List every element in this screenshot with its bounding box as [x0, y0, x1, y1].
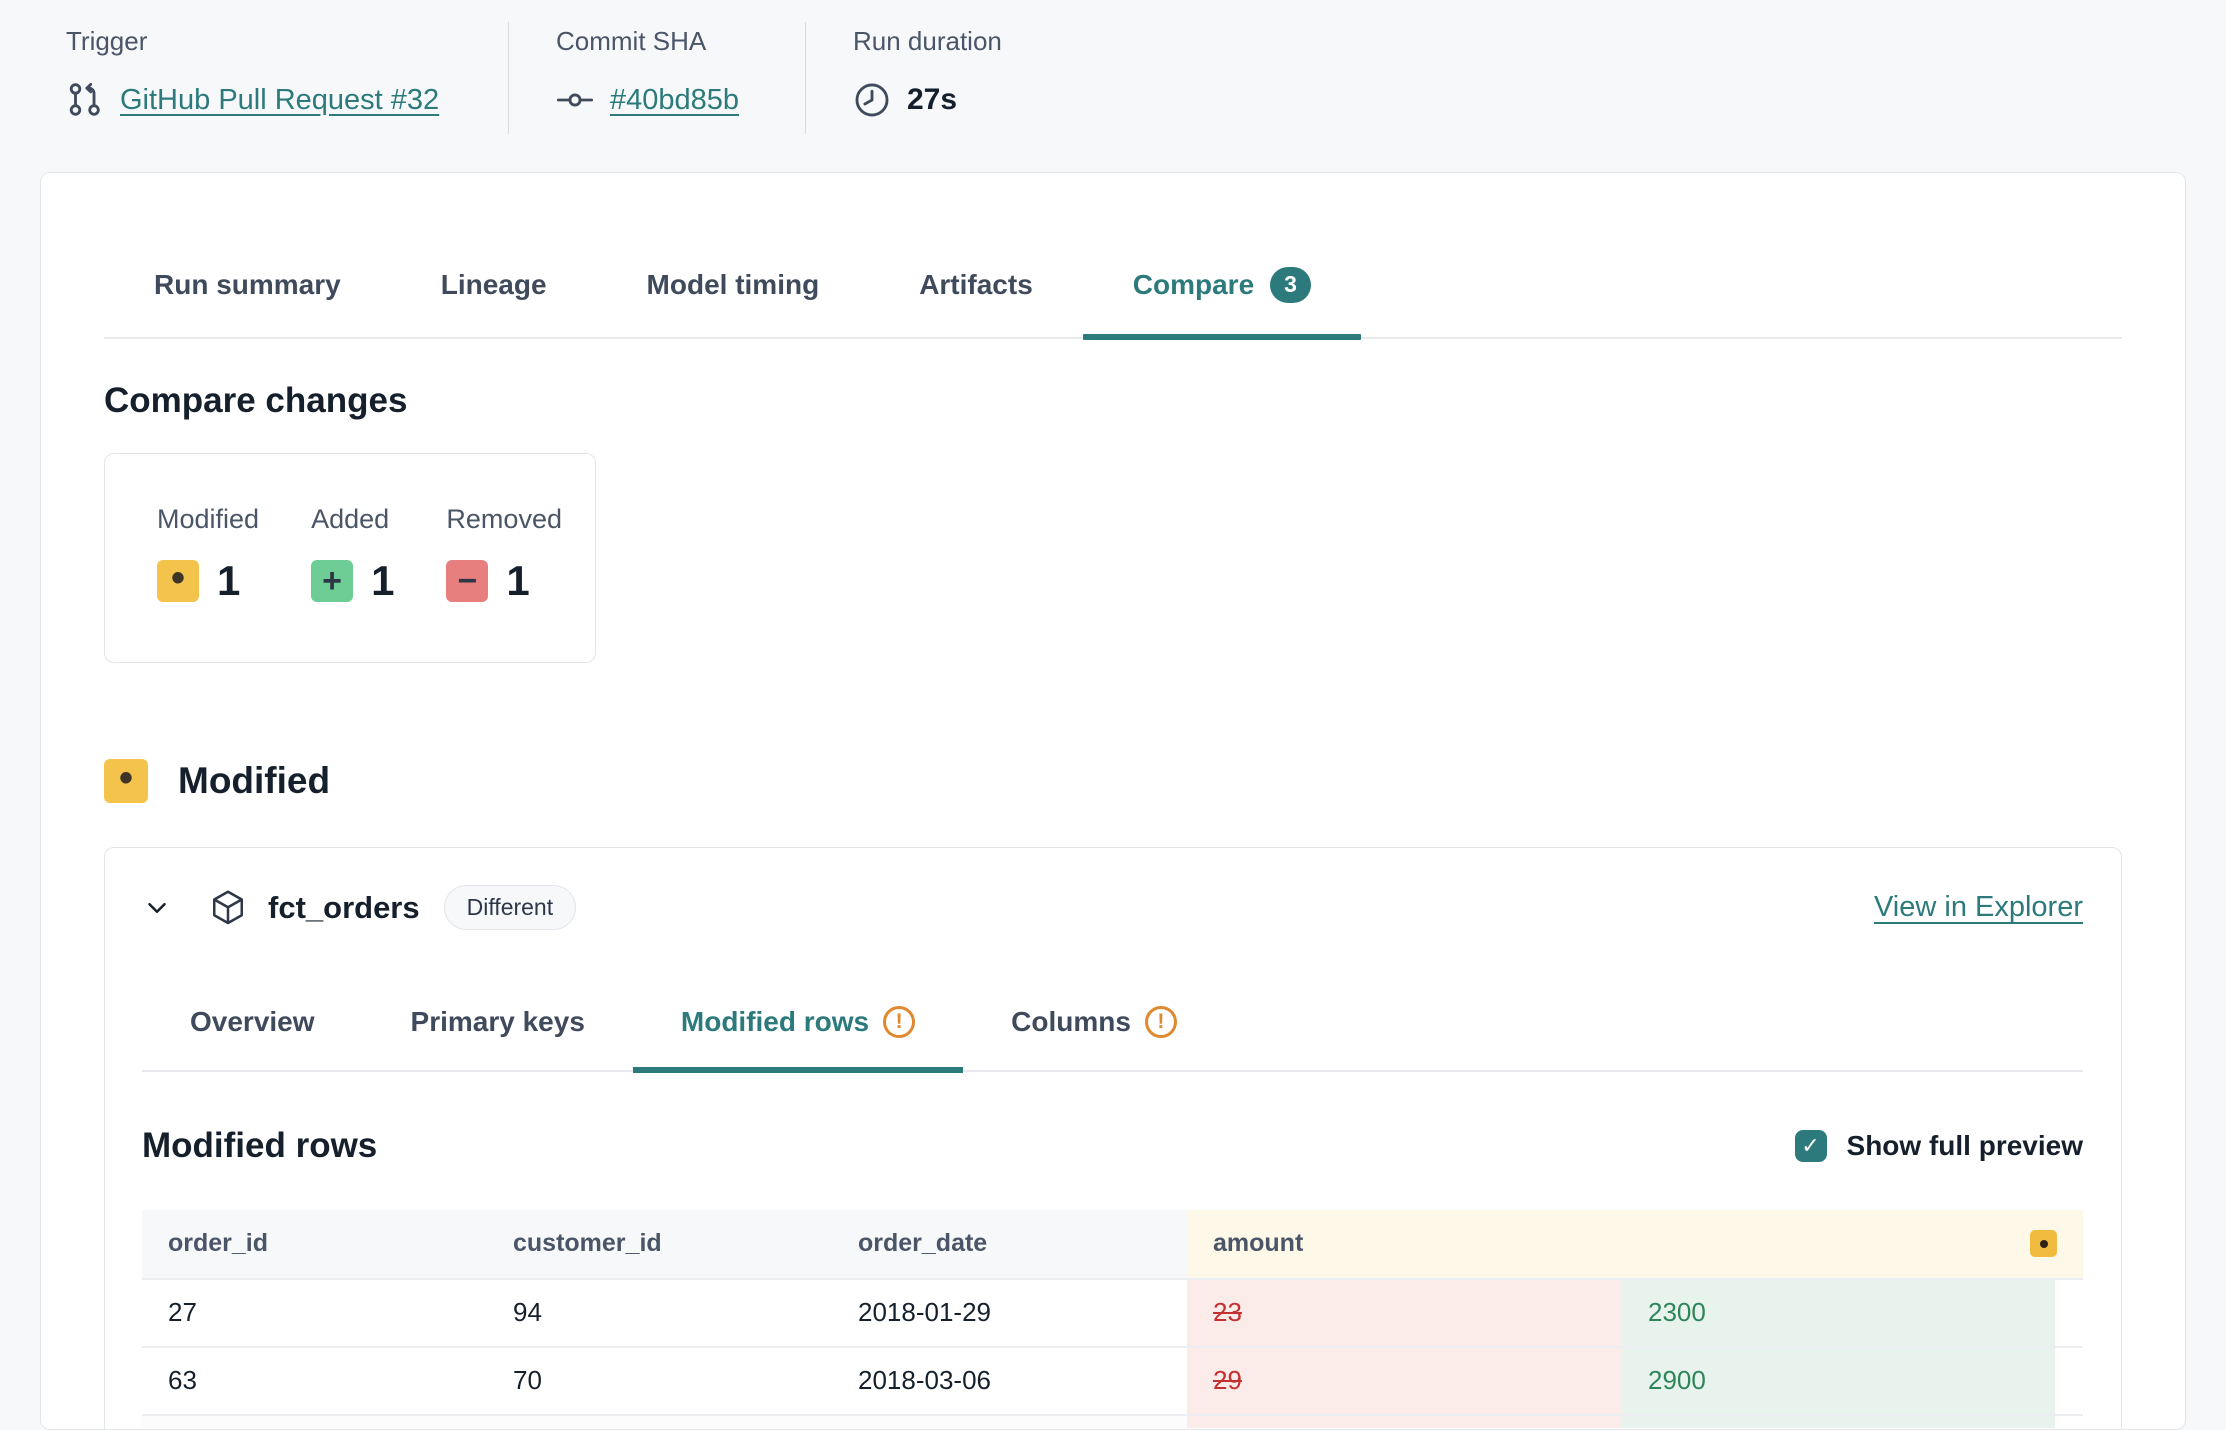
- model-cube-icon: [208, 888, 248, 928]
- view-in-explorer-link[interactable]: View in Explorer: [1874, 891, 2083, 924]
- show-full-preview-label: Show full preview: [1847, 1130, 2083, 1162]
- tab-modified-rows[interactable]: Modified rows !: [633, 1006, 963, 1070]
- tab-primary-keys[interactable]: Primary keys: [363, 1006, 633, 1070]
- commit-sha-link[interactable]: #40bd85b: [610, 84, 739, 117]
- col-header-order-id: order_id: [142, 1229, 487, 1258]
- modified-icon: •: [157, 560, 199, 602]
- modified-rows-title: Modified rows: [142, 1126, 377, 1166]
- tab-columns[interactable]: Columns !: [963, 1006, 1225, 1070]
- tab-run-summary[interactable]: Run summary: [104, 267, 391, 337]
- stat-added: Added + 1: [311, 504, 394, 662]
- col-header-amount: amount: [1187, 1210, 2083, 1278]
- modified-group-header: • Modified: [104, 759, 2122, 803]
- tab-artifacts[interactable]: Artifacts: [869, 267, 1083, 337]
- clock-icon: [853, 81, 891, 119]
- amount-new-value: 2300: [1622, 1280, 2055, 1346]
- added-count: 1: [371, 557, 394, 605]
- table-row: 63 70 2018-03-06 29 2900: [142, 1346, 2083, 1414]
- table-row: 27 94 2018-01-29 23 2300: [142, 1278, 2083, 1346]
- modified-icon: •: [104, 759, 148, 803]
- tab-model-timing[interactable]: Model timing: [597, 267, 870, 337]
- stat-removed: Removed − 1: [446, 504, 562, 662]
- table-header-row: order_id customer_id order_date amount: [142, 1210, 2083, 1278]
- compare-count-badge: 3: [1270, 267, 1311, 303]
- modified-rows-table: order_id customer_id order_date amount 2…: [142, 1210, 2083, 1428]
- duration-label: Run duration: [853, 26, 1002, 57]
- tab-overview[interactable]: Overview: [142, 1006, 363, 1070]
- duration-meta: Run duration 27s: [806, 26, 1002, 172]
- commit-icon: [556, 81, 594, 119]
- warning-icon: !: [883, 1006, 915, 1038]
- run-detail-card: Run summary Lineage Model timing Artifac…: [40, 172, 2186, 1430]
- chevron-down-icon[interactable]: [142, 893, 172, 923]
- trigger-meta: Trigger GitHub Pull Request #32: [66, 26, 508, 172]
- trigger-label: Trigger: [66, 26, 508, 57]
- modified-column-badge: [2030, 1230, 2057, 1257]
- warning-icon: !: [1145, 1006, 1177, 1038]
- change-stats-card: Modified • 1 Added + 1 Removed − 1: [104, 453, 596, 663]
- run-meta-header: Trigger GitHub Pull Request #32 Commit S…: [0, 0, 2226, 172]
- model-status-badge: Different: [444, 885, 577, 930]
- col-header-order-date: order_date: [832, 1229, 1187, 1258]
- added-icon: +: [311, 560, 353, 602]
- model-card-fct-orders: fct_orders Different View in Explorer Ov…: [104, 847, 2122, 1430]
- show-full-preview-toggle[interactable]: ✓ Show full preview: [1795, 1130, 2083, 1162]
- amount-old-value: 29: [1187, 1348, 1622, 1414]
- stat-modified: Modified • 1: [157, 504, 259, 662]
- removed-count: 1: [506, 557, 529, 605]
- table-row-partial: [142, 1414, 2083, 1428]
- duration-value: 27s: [907, 83, 957, 117]
- commit-meta: Commit SHA #40bd85b: [509, 26, 805, 172]
- modified-count: 1: [217, 557, 240, 605]
- model-name: fct_orders: [268, 890, 420, 926]
- model-card-header: fct_orders Different View in Explorer: [142, 876, 2083, 940]
- model-tabs: Overview Primary keys Modified rows ! Co…: [142, 1006, 2083, 1072]
- modified-group-title: Modified: [178, 760, 330, 802]
- amount-old-value: 23: [1187, 1280, 1622, 1346]
- removed-icon: −: [446, 560, 488, 602]
- pull-request-icon: [66, 81, 104, 119]
- checkbox-checked-icon[interactable]: ✓: [1795, 1130, 1827, 1162]
- run-tabs: Run summary Lineage Model timing Artifac…: [104, 173, 2122, 339]
- trigger-link[interactable]: GitHub Pull Request #32: [120, 84, 439, 117]
- tab-compare[interactable]: Compare 3: [1083, 267, 1361, 337]
- col-header-customer-id: customer_id: [487, 1229, 832, 1258]
- tab-lineage[interactable]: Lineage: [391, 267, 597, 337]
- modified-rows-header: Modified rows ✓ Show full preview: [142, 1126, 2083, 1166]
- amount-new-value: 2900: [1622, 1348, 2055, 1414]
- compare-changes-title: Compare changes: [104, 381, 2122, 421]
- commit-label: Commit SHA: [556, 26, 805, 57]
